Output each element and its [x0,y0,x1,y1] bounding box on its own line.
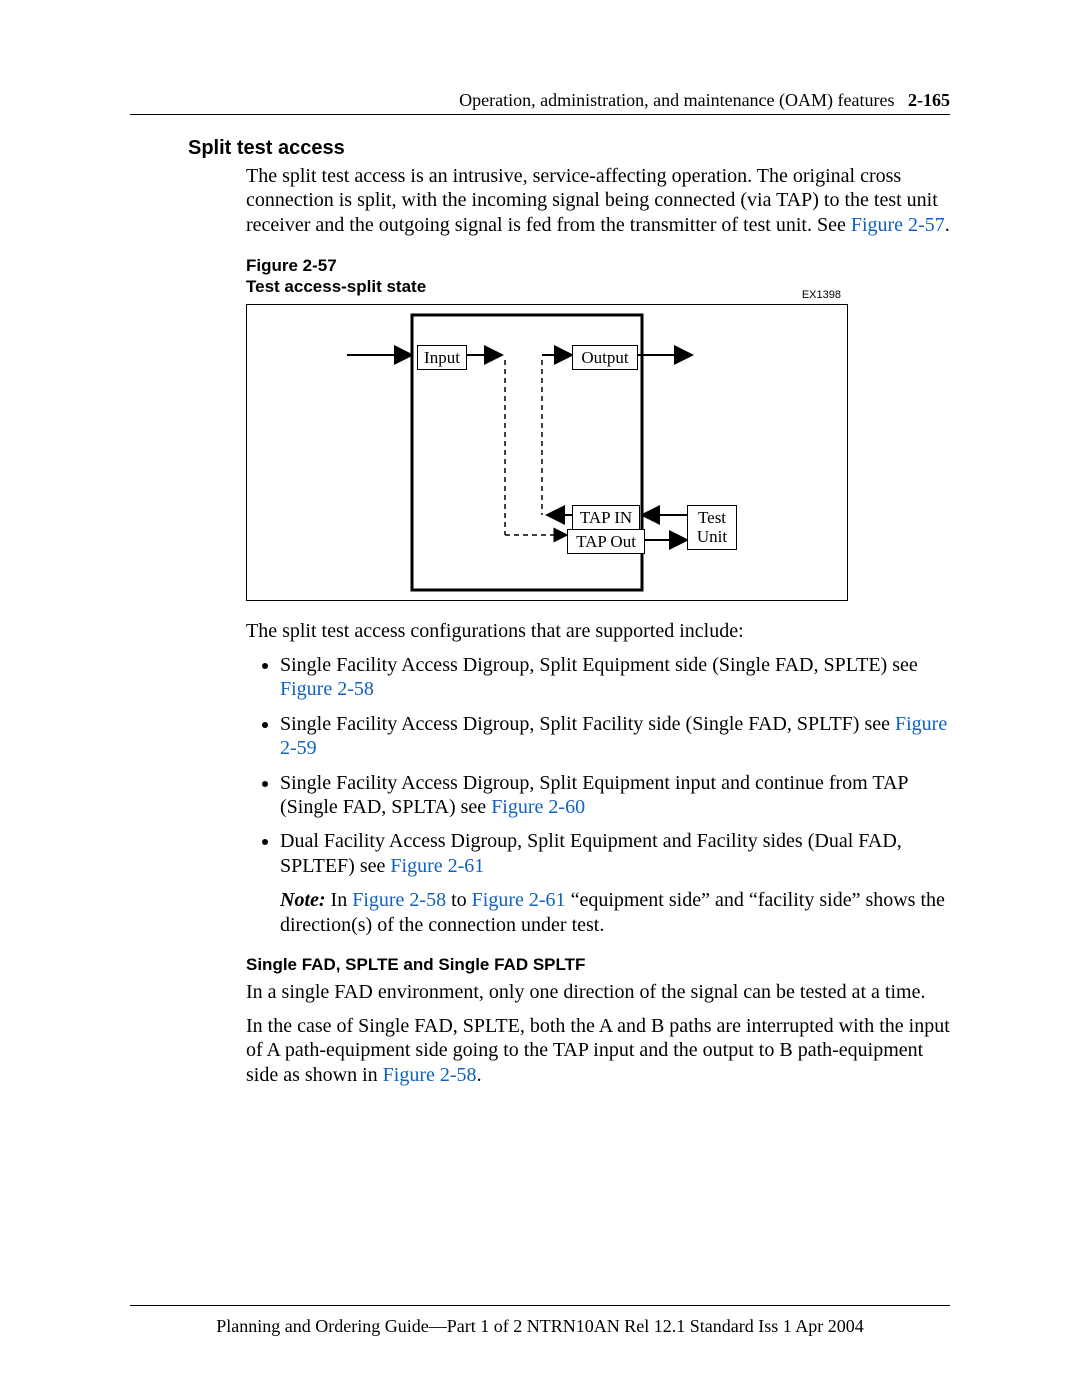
note-link-2[interactable]: Figure 2-61 [472,889,566,911]
note-pre: In [326,889,353,911]
note-label: Note: [280,889,326,911]
diagram-output-box: Output [572,345,638,371]
test-unit-l2: Unit [697,527,727,546]
figure-title: Test access-split state [246,277,426,296]
section-title: Split test access [188,137,950,160]
sub-p2-pre: In the case of Single FAD, SPLTE, both t… [246,1015,950,1086]
test-unit-l1: Test [698,508,726,527]
bullet-item-2: Single Facility Access Digroup, Split Fa… [280,712,950,761]
bullet-item-3: Single Facility Access Digroup, Split Eq… [280,771,950,820]
sub-p2-post: . [477,1064,482,1086]
page: Operation, administration, and maintenan… [0,0,1080,1397]
sub-p1: In a single FAD environment, only one di… [246,980,950,1004]
body-block: The split test access is an intrusive, s… [246,164,950,1087]
diagram-id: EX1398 [802,289,841,302]
figure-link-2-58[interactable]: Figure 2-58 [280,678,374,700]
figure-link-2-61[interactable]: Figure 2-61 [390,855,484,877]
diagram-tapin-box: TAP IN [572,505,640,531]
diagram-input-box: Input [417,345,467,371]
bullet-2-pre: Single Facility Access Digroup, Split Fa… [280,713,895,735]
page-header: Operation, administration, and maintenan… [130,90,950,115]
sub-heading: Single FAD, SPLTE and Single FAD SPLTF [246,955,950,976]
diagram-testunit-box: Test Unit [687,505,737,550]
figure-link-2-58b[interactable]: Figure 2-58 [383,1064,477,1086]
bullet-item-1: Single Facility Access Digroup, Split Eq… [280,653,950,702]
note-paragraph: Note: In Figure 2-58 to Figure 2-61 “equ… [280,888,950,937]
bullet-item-4: Dual Facility Access Digroup, Split Equi… [280,829,950,937]
sub-p2: In the case of Single FAD, SPLTE, both t… [246,1014,950,1087]
note-mid: to [446,889,472,911]
header-page-ref: 2-165 [908,90,950,110]
figure-link-2-57[interactable]: Figure 2-57 [851,214,945,236]
intro-text: The split test access is an intrusive, s… [246,165,938,236]
figure-diagram: EX1398 [246,304,848,601]
bullet-4-pre: Dual Facility Access Digroup, Split Equi… [280,830,902,876]
bullet-list: Single Facility Access Digroup, Split Eq… [246,653,950,937]
bullet-3-pre: Single Facility Access Digroup, Split Eq… [280,772,908,818]
figure-link-2-60[interactable]: Figure 2-60 [491,796,585,818]
diagram-svg [247,305,847,600]
intro-text-end: . [945,214,950,236]
figure-number: Figure 2-57 [246,256,337,275]
bullet-1-pre: Single Facility Access Digroup, Split Eq… [280,654,918,676]
figure-caption: Figure 2-57 Test access-split state [246,255,950,298]
note-link-1[interactable]: Figure 2-58 [352,889,446,911]
diagram-tapout-box: TAP Out [567,529,645,555]
intro-paragraph: The split test access is an intrusive, s… [246,164,950,237]
header-title: Operation, administration, and maintenan… [459,90,894,110]
post-fig-text: The split test access configurations tha… [246,619,950,643]
page-footer: Planning and Ordering Guide—Part 1 of 2 … [130,1305,950,1337]
